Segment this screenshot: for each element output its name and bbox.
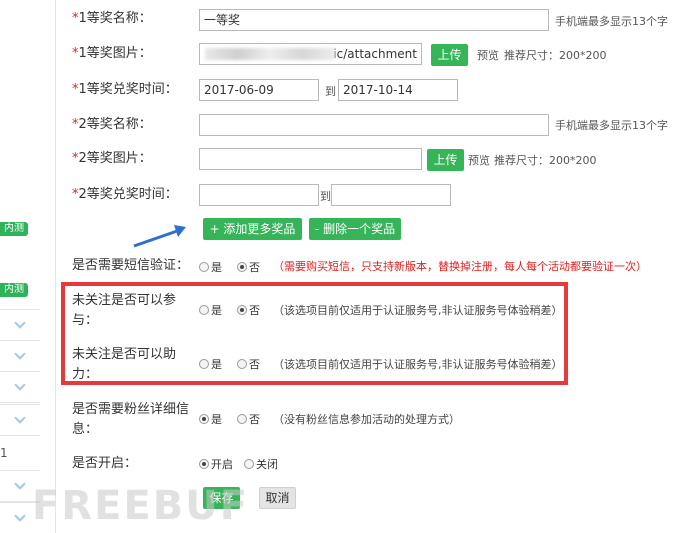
prize2-name-label: *2等奖名称：	[72, 117, 152, 132]
sidebar-collapse-row[interactable]	[0, 371, 40, 403]
chevron-down-icon	[14, 317, 26, 329]
beta-badge: 内测	[0, 283, 28, 297]
prize1-end-date[interactable]: 2017-10-14	[338, 79, 458, 101]
prize2-upload-button[interactable]: 上传	[427, 149, 464, 171]
chevron-down-icon	[14, 510, 26, 522]
sms-label: 是否需要短信验证：	[72, 258, 190, 273]
sidebar-collapse-row[interactable]	[0, 404, 40, 436]
fans-info-no-radio[interactable]: 否	[237, 411, 260, 427]
prize1-size-hint: 推荐尺寸：200*200	[504, 49, 607, 62]
radio-icon	[199, 262, 209, 272]
sms-note: （需要购买短信，只支持新版本，替换掉注册，每人每个活动都要验证一次）	[273, 260, 647, 273]
sms-yes-radio[interactable]: 是	[199, 259, 222, 275]
beta-badge: 内测	[0, 222, 28, 236]
watermark-logo: FREEBUF	[32, 483, 250, 529]
arrow-annotation-icon	[133, 225, 186, 248]
prize1-image-label: *1等奖图片：	[72, 46, 152, 61]
prize1-name-input[interactable]: 一等奖	[199, 9, 549, 31]
fans-info-label: 是否需要粉丝详细信 息：	[72, 402, 190, 437]
fans-info-note: （没有粉丝信息参加活动的处理方式）	[273, 413, 460, 426]
prize2-preview-link[interactable]: 预览	[468, 152, 490, 168]
prize2-image-input[interactable]	[199, 148, 422, 170]
prize2-image-label: *2等奖图片：	[72, 151, 152, 166]
blurred-url	[205, 48, 335, 60]
radio-checked-icon	[237, 262, 247, 272]
prize1-start-date[interactable]: 2017-06-09	[199, 79, 319, 101]
prize1-time-label: *1等奖兑奖时间：	[72, 82, 178, 97]
highlight-annotation-box	[61, 282, 568, 385]
prize1-to-label: 到	[325, 85, 336, 98]
fans-info-yes-radio[interactable]: 是	[199, 411, 222, 427]
chevron-down-icon	[14, 348, 26, 360]
sidebar-collapse-row[interactable]	[0, 340, 40, 372]
prize2-name-hint: 手机端最多显示13个字	[555, 119, 668, 132]
chevron-down-icon	[14, 379, 26, 391]
cancel-button[interactable]: 取消	[259, 487, 296, 509]
prize2-to-label: 到	[320, 190, 331, 203]
sidebar-number: 1	[0, 446, 8, 460]
chevron-down-icon	[14, 412, 26, 424]
prize1-upload-button[interactable]: 上传	[431, 44, 468, 66]
remove-prize-button[interactable]: - 删除一个奖品	[309, 218, 401, 240]
prize1-name-hint: 手机端最多显示13个字	[555, 15, 668, 28]
prize2-time-label: *2等奖兑奖时间：	[72, 187, 178, 202]
add-prize-button[interactable]: + 添加更多奖品	[203, 218, 302, 240]
chevron-down-icon	[14, 478, 26, 490]
left-sidebar: 内测 内测 1	[0, 0, 56, 533]
sidebar-collapse-row[interactable]	[0, 309, 40, 341]
prize1-preview-link[interactable]: 预览	[477, 47, 499, 63]
prize2-start-date[interactable]	[199, 184, 319, 206]
sms-no-radio[interactable]: 否	[237, 259, 260, 275]
radio-icon	[244, 459, 254, 469]
prize2-end-date[interactable]	[331, 184, 451, 206]
prize2-size-hint: 推荐尺寸：200*200	[494, 154, 597, 167]
radio-checked-icon	[199, 414, 209, 424]
enabled-off-radio[interactable]: 关闭	[244, 456, 278, 472]
enabled-on-radio[interactable]: 开启	[199, 456, 233, 472]
radio-checked-icon	[199, 459, 209, 469]
enabled-label: 是否开启：	[72, 456, 138, 471]
prize2-name-input[interactable]	[199, 114, 549, 136]
prize1-name-label: *1等奖名称：	[72, 11, 152, 26]
radio-icon	[237, 414, 247, 424]
